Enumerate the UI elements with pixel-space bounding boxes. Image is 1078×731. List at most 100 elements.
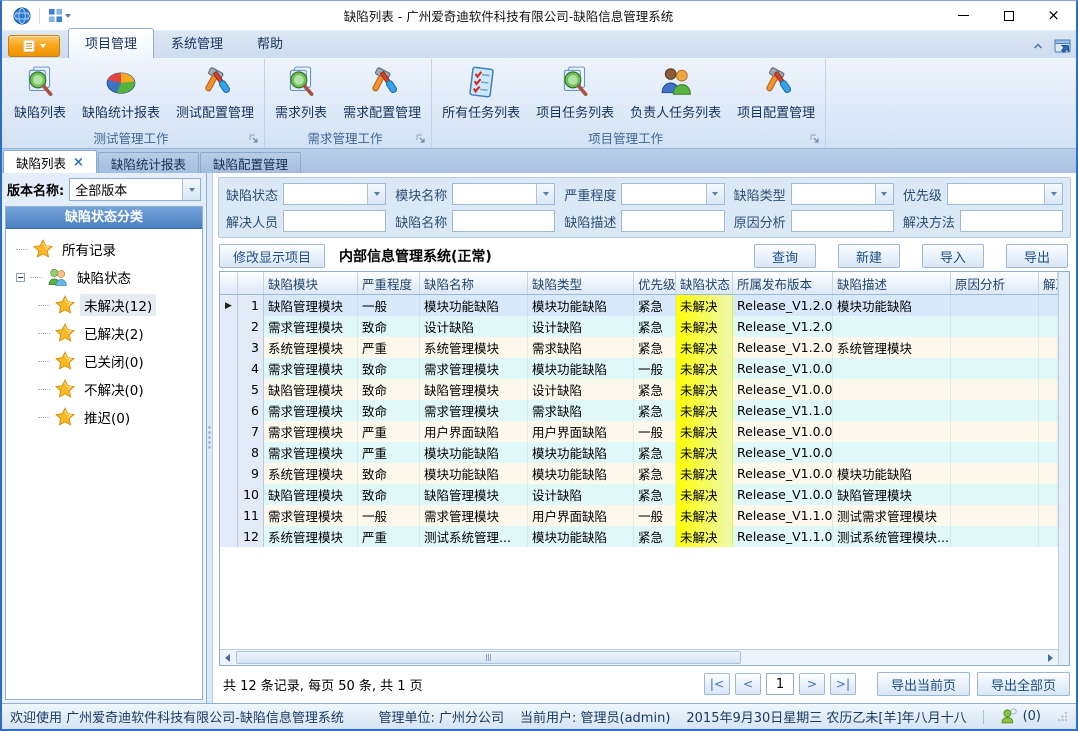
tree-item-closed[interactable]: 已关闭(0) (38, 347, 200, 375)
vertical-scrollbar[interactable] (1058, 272, 1069, 665)
column-header-8[interactable]: 原因分析 (951, 272, 1039, 294)
filter-priority-combobox[interactable] (947, 183, 1063, 205)
combobox-dropdown-icon[interactable] (875, 184, 893, 204)
online-user-icon[interactable] (1000, 708, 1017, 725)
export-button[interactable]: 导出 (1006, 244, 1068, 268)
row-selector-cell[interactable] (220, 484, 238, 505)
table-row[interactable]: 2需求管理模块致命设计缺陷设计缺陷紧急未解决Release_V1.2.0 (220, 316, 1058, 337)
horizontal-scrollbar-thumb[interactable] (236, 651, 741, 664)
row-selector-cell[interactable]: ▶ (220, 295, 238, 316)
tree-item-unresolved[interactable]: 未解决(12) (38, 291, 200, 319)
all-tasks-list-button[interactable]: 所有任务列表 (434, 61, 528, 124)
row-selector-cell[interactable] (220, 400, 238, 421)
requirement-list-button[interactable]: 需求列表 (267, 61, 335, 124)
ribbon-tab-project-management[interactable]: 项目管理 (68, 28, 154, 58)
table-row[interactable]: 11需求管理模块一般需求管理模块用户界面缺陷一般未解决Release_V1.1.… (220, 505, 1058, 526)
scroll-left-icon[interactable] (220, 650, 235, 665)
modify-columns-button[interactable]: 修改显示项目 (219, 244, 325, 268)
pager-first-button[interactable]: |< (704, 673, 730, 695)
filter-resolver-input[interactable] (283, 210, 386, 232)
scroll-right-icon[interactable] (1043, 650, 1058, 665)
page-number-input[interactable] (766, 673, 794, 695)
table-row[interactable]: 4需求管理模块致命需求管理模块模块功能缺陷一般未解决Release_V1.0.0 (220, 358, 1058, 379)
row-selector-cell[interactable] (220, 463, 238, 484)
new-button[interactable]: 新建 (838, 244, 900, 268)
dialog-launcher-icon[interactable] (810, 134, 820, 144)
minimize-button[interactable] (941, 1, 986, 31)
dialog-launcher-icon[interactable] (249, 134, 259, 144)
owner-tasks-list-button[interactable]: 负责人任务列表 (622, 61, 729, 124)
tree-item-postponed[interactable]: 推迟(0) (38, 403, 200, 431)
defect-list-button[interactable]: 缺陷列表 (6, 61, 74, 124)
row-selector-cell[interactable] (220, 358, 238, 379)
filter-defect-status-combobox[interactable] (283, 183, 386, 205)
export-all-pages-button[interactable]: 导出全部页 (977, 672, 1070, 696)
pager-last-button[interactable]: >| (830, 673, 856, 695)
table-row[interactable]: 3系统管理模块严重系统管理模块需求缺陷紧急未解决Release_V1.2.0系统… (220, 337, 1058, 358)
pager-next-button[interactable]: > (799, 673, 825, 695)
table-row[interactable]: 6需求管理模块致命需求管理模块需求缺陷紧急未解决Release_V1.1.0 (220, 400, 1058, 421)
horizontal-scrollbar[interactable] (220, 649, 1058, 665)
test-config-mgmt-button[interactable]: 测试配置管理 (168, 61, 262, 124)
version-combobox[interactable]: 全部版本 (69, 178, 201, 201)
table-row[interactable]: 9系统管理模块致命模块功能缺陷模块功能缺陷紧急未解决Release_V1.0.0… (220, 463, 1058, 484)
combobox-dropdown-icon[interactable] (1044, 184, 1062, 204)
column-header-3[interactable]: 缺陷类型 (528, 272, 634, 294)
tree-item-resolved[interactable]: 已解决(2) (38, 319, 200, 347)
column-header-4[interactable]: 优先级 (634, 272, 676, 294)
column-header-1[interactable]: 严重程度 (358, 272, 420, 294)
export-current-page-button[interactable]: 导出当前页 (877, 672, 970, 696)
row-selector-cell[interactable] (220, 421, 238, 442)
row-selector-cell[interactable] (220, 337, 238, 358)
table-row[interactable]: 7需求管理模块严重用户界面缺陷用户界面缺陷一般未解决Release_V1.0.0 (220, 421, 1058, 442)
table-row[interactable]: 8需求管理模块严重模块功能缺陷模块功能缺陷紧急未解决Release_V1.0.0 (220, 442, 1058, 463)
filter-severity-combobox[interactable] (621, 183, 724, 205)
table-row[interactable]: 5缺陷管理模块致命缺陷管理模块设计缺陷紧急未解决Release_V1.0.0 (220, 379, 1058, 400)
query-button[interactable]: 查询 (754, 244, 816, 268)
document-tab-defect-config[interactable]: 缺陷配置管理 (200, 152, 301, 173)
requirement-config-mgmt-button[interactable]: 需求配置管理 (335, 61, 429, 124)
filter-solution-input[interactable] (960, 210, 1063, 232)
help-window-icon[interactable] (1053, 36, 1072, 55)
row-selector-cell[interactable] (220, 526, 238, 547)
defect-stats-report-button[interactable]: 缺陷统计报表 (74, 61, 168, 124)
document-tab-defect-stats[interactable]: 缺陷统计报表 (98, 152, 199, 173)
combobox-dropdown-icon[interactable] (706, 184, 724, 204)
document-tab-defect-list[interactable]: 缺陷列表× (3, 150, 97, 173)
filter-module-name-combobox[interactable] (452, 183, 555, 205)
row-selector-cell[interactable] (220, 379, 238, 400)
collapse-node-icon[interactable] (16, 273, 25, 282)
table-row[interactable]: ▶1缺陷管理模块一般模块功能缺陷模块功能缺陷紧急未解决Release_V1.2.… (220, 295, 1058, 316)
column-header-9[interactable]: 解决方法 (1039, 272, 1058, 294)
row-selector-cell[interactable] (220, 316, 238, 337)
tree-item-all-records[interactable]: 所有记录 (16, 235, 200, 263)
maximize-button[interactable] (986, 1, 1031, 31)
combobox-dropdown-icon[interactable] (367, 184, 385, 204)
quick-access-toolbar-icon[interactable] (43, 5, 76, 27)
project-config-mgmt-button[interactable]: 项目配置管理 (729, 61, 823, 124)
dialog-launcher-icon[interactable] (416, 134, 426, 144)
combobox-dropdown-icon[interactable] (182, 179, 200, 200)
collapse-ribbon-icon[interactable] (1031, 39, 1045, 53)
import-button[interactable]: 导入 (922, 244, 984, 268)
filter-defect-type-combobox[interactable] (791, 183, 894, 205)
row-selector-cell[interactable] (220, 442, 238, 463)
column-header-5[interactable]: 缺陷状态 (676, 272, 733, 294)
filter-cause-analysis-input[interactable] (791, 210, 894, 232)
ribbon-tab-system-management[interactable]: 系统管理 (154, 28, 240, 58)
column-header-0[interactable]: 缺陷模块 (264, 272, 358, 294)
pager-prev-button[interactable]: < (735, 673, 761, 695)
row-selector-cell[interactable] (220, 505, 238, 526)
tree-item-not-resolved[interactable]: 不解决(0) (38, 375, 200, 403)
combobox-dropdown-icon[interactable] (536, 184, 554, 204)
table-row[interactable]: 10缺陷管理模块致命缺陷管理模块设计缺陷紧急未解决Release_V1.0.0缺… (220, 484, 1058, 505)
filter-defect-name-input[interactable] (452, 210, 555, 232)
tree-item-defect-status[interactable]: 缺陷状态 (16, 263, 200, 291)
resize-grip[interactable] (1057, 711, 1068, 722)
filter-defect-desc-input[interactable] (621, 210, 724, 232)
close-button[interactable]: × (1031, 1, 1076, 31)
table-row[interactable]: 12系统管理模块严重测试系统管理...模块功能缺陷紧急未解决Release_V1… (220, 526, 1058, 547)
column-header-6[interactable]: 所属发布版本 (733, 272, 833, 294)
column-header-7[interactable]: 缺陷描述 (833, 272, 951, 294)
close-tab-icon[interactable]: × (73, 156, 84, 169)
